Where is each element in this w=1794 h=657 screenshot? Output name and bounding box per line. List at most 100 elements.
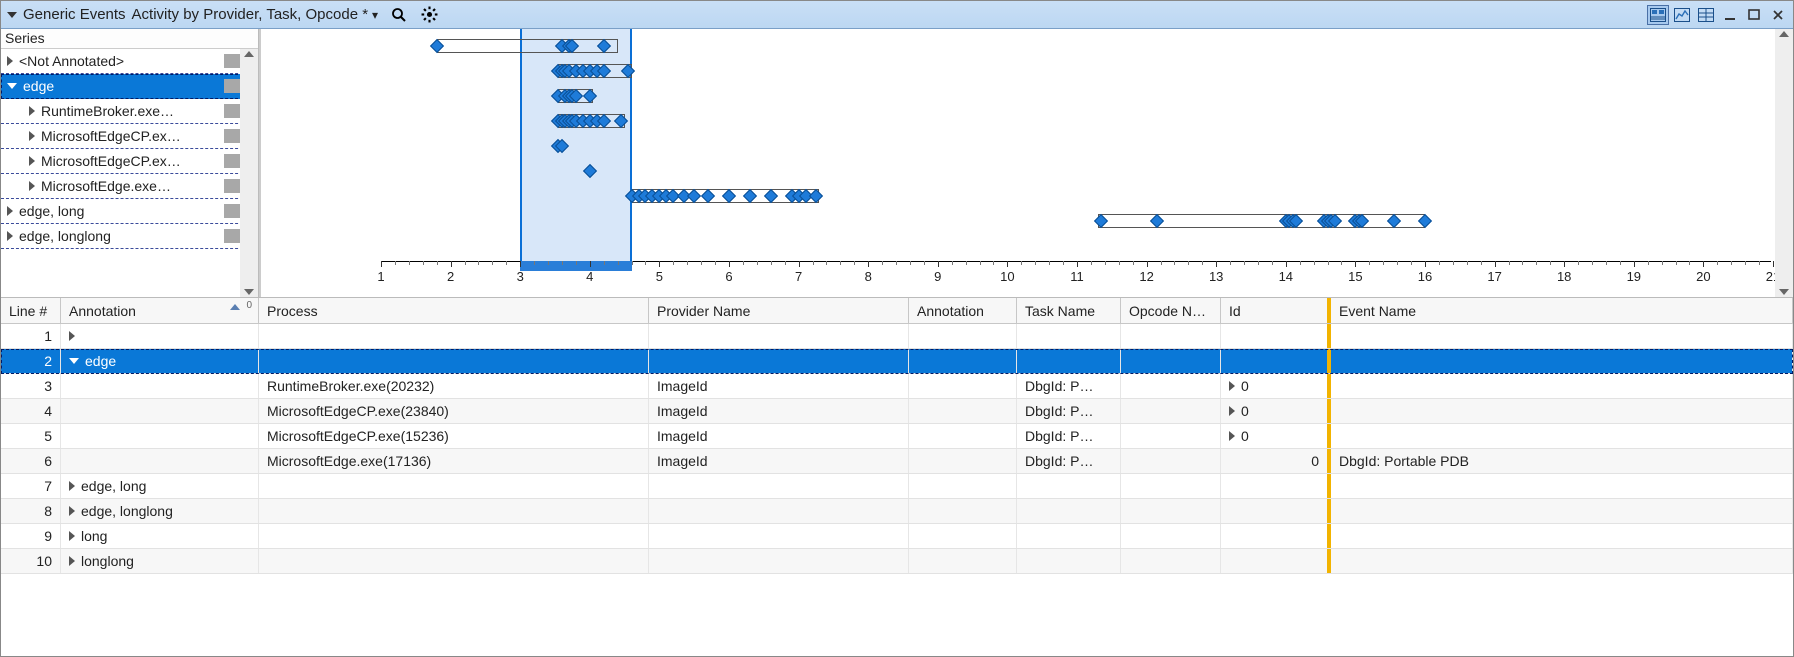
col-id[interactable]: Id [1221, 298, 1331, 323]
cell-id: 0 [1221, 374, 1331, 398]
cell-process [259, 349, 649, 373]
close-button[interactable] [1767, 5, 1789, 25]
axis-tick-label: 9 [934, 269, 941, 284]
view-graph-button[interactable] [1671, 5, 1693, 25]
cell-task [1017, 499, 1121, 523]
axis-minor-tick [1272, 261, 1273, 265]
tree-toggle-icon[interactable] [1229, 381, 1235, 391]
series-row[interactable]: edge [1, 74, 258, 99]
col-task[interactable]: Task Name [1017, 298, 1121, 323]
series-row[interactable]: edge, longlong [1, 224, 258, 249]
axis-minor-tick [1676, 261, 1677, 265]
col-provider[interactable]: Provider Name [649, 298, 909, 323]
tree-toggle-icon[interactable] [69, 331, 75, 341]
series-row[interactable]: MicrosoftEdgeCP.ex… [1, 149, 258, 174]
scroll-up-icon[interactable] [1779, 31, 1789, 37]
axis-tick [1425, 261, 1426, 267]
table-row[interactable]: 10longlong [1, 549, 1793, 574]
cell-annotation-2 [909, 499, 1017, 523]
cell-annotation: edge, long [61, 474, 259, 498]
col-line[interactable]: Line # [1, 298, 61, 323]
table-row[interactable]: 3RuntimeBroker.exe (20232)ImageIdDbgId: … [1, 374, 1793, 399]
collapse-triangle-icon[interactable] [7, 12, 17, 18]
series-row[interactable]: <Not Annotated> [1, 49, 258, 74]
chevron-right-icon[interactable] [29, 181, 35, 191]
axis-minor-tick [854, 261, 855, 265]
header-subtitle[interactable]: Activity by Provider, Task, Opcode * [132, 6, 369, 23]
view-both-button[interactable] [1647, 5, 1669, 25]
axis-minor-tick [1397, 261, 1398, 265]
series-label: RuntimeBroker.exe… [41, 103, 224, 119]
series-row[interactable]: edge, long [1, 199, 258, 224]
tree-toggle-icon[interactable] [69, 481, 75, 491]
table-row[interactable]: 4MicrosoftEdgeCP.exe (23840)ImageIdDbgId… [1, 399, 1793, 424]
tree-toggle-icon[interactable] [69, 358, 79, 364]
cell-provider [649, 349, 909, 373]
chart-lane [261, 60, 1775, 85]
series-row[interactable]: MicrosoftEdgeCP.ex… [1, 124, 258, 149]
series-row[interactable]: RuntimeBroker.exe… [1, 99, 258, 124]
col-event-name[interactable]: Event Name [1331, 298, 1793, 323]
chevron-right-icon[interactable] [29, 131, 35, 141]
series-panel: Series <Not Annotated>edgeRuntimeBroker.… [1, 29, 259, 297]
axis-minor-tick [465, 261, 466, 265]
timeline-chart[interactable]: 123456789101112131415161718192021 [259, 29, 1793, 297]
chart-scrollbar[interactable] [1775, 29, 1793, 297]
chevron-right-icon[interactable] [7, 206, 13, 216]
axis-tick-label: 15 [1348, 269, 1362, 284]
chevron-right-icon[interactable] [29, 106, 35, 116]
chevron-right-icon[interactable] [29, 156, 35, 166]
tree-toggle-icon[interactable] [1229, 406, 1235, 416]
cell-process: MicrosoftEdgeCP.exe (15236) [259, 424, 649, 448]
chevron-right-icon[interactable] [7, 231, 13, 241]
axis-tick-label: 7 [795, 269, 802, 284]
cell-line: 2 [1, 349, 61, 373]
axis-tick [659, 261, 660, 267]
col-process[interactable]: Process [259, 298, 649, 323]
cell-opcode [1121, 349, 1221, 373]
col-annotation[interactable]: Annotation0 [61, 298, 259, 323]
table-row[interactable]: 2edge [1, 349, 1793, 374]
chart-lane [261, 160, 1775, 185]
series-row[interactable]: MicrosoftEdge.exe… [1, 174, 258, 199]
dropdown-icon[interactable]: ▾ [372, 8, 378, 22]
view-table-button[interactable] [1695, 5, 1717, 25]
event-marker[interactable] [583, 164, 597, 178]
tree-toggle-icon[interactable] [69, 531, 75, 541]
scroll-down-icon[interactable] [244, 289, 254, 295]
axis-minor-tick [1536, 261, 1537, 265]
maximize-button[interactable] [1743, 5, 1765, 25]
chevron-down-icon[interactable] [7, 83, 17, 89]
axis-minor-tick [1230, 261, 1231, 265]
axis-minor-tick [618, 261, 619, 265]
axis-minor-tick [478, 261, 479, 265]
table-row[interactable]: 1 [1, 324, 1793, 349]
col-annotation-2[interactable]: Annotation [909, 298, 1017, 323]
axis-minor-tick [673, 261, 674, 265]
chart-lane [261, 110, 1775, 135]
chevron-right-icon[interactable] [7, 56, 13, 66]
tree-toggle-icon[interactable] [1229, 431, 1235, 441]
axis-minor-tick [645, 261, 646, 265]
series-label: <Not Annotated> [19, 53, 224, 69]
table-row[interactable]: 5MicrosoftEdgeCP.exe (15236)ImageIdDbgId… [1, 424, 1793, 449]
col-opcode[interactable]: Opcode N… [1121, 298, 1221, 323]
scroll-up-icon[interactable] [244, 51, 254, 57]
minimize-button[interactable] [1719, 5, 1741, 25]
gear-icon[interactable] [420, 6, 438, 24]
search-icon[interactable] [390, 6, 408, 24]
axis-minor-tick [1662, 261, 1663, 265]
cell-event-name [1331, 549, 1793, 573]
cell-task: DbgId: P… [1017, 374, 1121, 398]
series-scrollbar[interactable] [240, 49, 258, 297]
table-row[interactable]: 9long [1, 524, 1793, 549]
axis-minor-tick [423, 261, 424, 265]
tree-toggle-icon[interactable] [69, 506, 75, 516]
scroll-down-icon[interactable] [1779, 289, 1789, 295]
table-row[interactable]: 7edge, long [1, 474, 1793, 499]
table-row[interactable]: 6MicrosoftEdge.exe (17136)ImageIdDbgId: … [1, 449, 1793, 474]
table-row[interactable]: 8edge, longlong [1, 499, 1793, 524]
cell-id [1221, 324, 1331, 348]
tree-toggle-icon[interactable] [69, 556, 75, 566]
axis-minor-tick [492, 261, 493, 265]
